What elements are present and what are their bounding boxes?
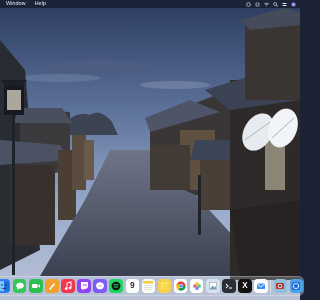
calendar-label: 9 xyxy=(130,281,135,290)
menu-extra-icon[interactable] xyxy=(246,1,251,7)
dock-separator xyxy=(270,279,271,293)
messages-icon[interactable] xyxy=(12,279,27,293)
search-icon[interactable] xyxy=(273,1,278,7)
menu-extra-icon[interactable] xyxy=(255,2,260,7)
trash-icon[interactable] xyxy=(289,279,304,293)
spotify-icon[interactable] xyxy=(109,279,123,293)
chrome-icon[interactable] xyxy=(173,279,188,293)
x-label: X xyxy=(242,281,248,290)
music-icon[interactable] xyxy=(61,279,75,293)
siri-icon[interactable] xyxy=(291,2,296,7)
menu-bar-right xyxy=(246,1,300,7)
desktop-wallpaper xyxy=(0,0,300,300)
notes-icon[interactable] xyxy=(141,279,156,293)
stickies-icon[interactable] xyxy=(157,279,172,293)
dock: 9X xyxy=(0,276,304,296)
menu-bar: Window Help xyxy=(0,0,300,8)
facetime-icon[interactable] xyxy=(29,279,43,293)
mail-icon[interactable] xyxy=(254,279,268,293)
twitch-icon[interactable] xyxy=(77,279,91,293)
pages-icon[interactable] xyxy=(45,279,59,293)
x-icon[interactable]: X xyxy=(238,279,252,293)
wifi-icon[interactable] xyxy=(264,2,269,7)
photos-icon[interactable] xyxy=(189,279,204,293)
terminal-icon[interactable] xyxy=(222,279,236,293)
control-center-icon[interactable] xyxy=(282,2,287,7)
menu-window[interactable]: Window xyxy=(6,0,26,8)
preview-icon[interactable] xyxy=(206,279,220,293)
finder-icon[interactable] xyxy=(0,279,11,293)
messenger-icon[interactable] xyxy=(93,279,107,293)
calendar-icon[interactable]: 9 xyxy=(125,279,140,293)
menu-bar-left: Window Help xyxy=(0,0,46,8)
menu-help[interactable]: Help xyxy=(35,0,46,8)
photo-booth-icon[interactable] xyxy=(273,279,288,293)
